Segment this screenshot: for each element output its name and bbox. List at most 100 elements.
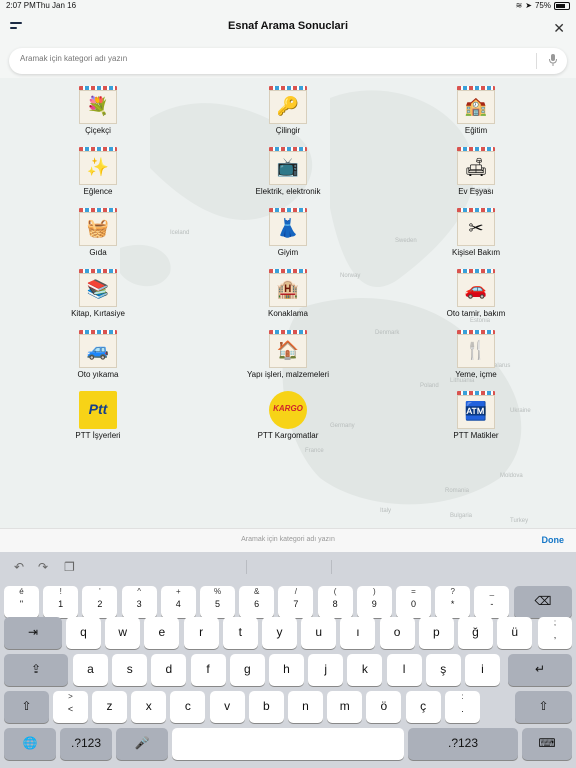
key-ı[interactable]: ı <box>340 617 376 649</box>
key-8[interactable]: (8 <box>317 586 353 618</box>
key-c[interactable]: c <box>170 691 206 723</box>
category-item[interactable]: Ptt PTT İşyerleri <box>18 391 178 440</box>
key-p[interactable]: p <box>418 617 454 649</box>
category-item[interactable]: 🚗 Oto tamir, bakım <box>396 269 556 318</box>
tab-key[interactable]: ⇥ <box>4 617 62 649</box>
done-button[interactable]: Done <box>542 535 565 545</box>
key-i[interactable]: i <box>465 654 500 686</box>
category-item[interactable]: KARGO PTT Kargomatlar <box>208 391 368 440</box>
map-label: France <box>305 448 324 454</box>
key-ü[interactable]: ü <box>497 617 533 649</box>
key-label: s <box>126 662 133 676</box>
key-n[interactable]: n <box>288 691 323 723</box>
key-label: q <box>80 625 87 639</box>
key-t[interactable]: t <box>222 617 258 649</box>
return-key[interactable]: ↵ <box>508 654 572 686</box>
search-input[interactable] <box>18 53 522 64</box>
category-label: PTT Matikler <box>453 431 499 440</box>
map-label: Turkey <box>510 518 529 524</box>
shift-key-right[interactable]: ⇧ <box>515 691 572 723</box>
space-key[interactable] <box>172 728 404 760</box>
category-item[interactable]: 💐 Çiçekçi <box>18 86 178 135</box>
caps-lock-key[interactable]: ⇪ <box>4 654 68 686</box>
category-item[interactable]: 🚙 Oto yıkama <box>18 330 178 379</box>
key-5[interactable]: % 5 <box>200 586 235 618</box>
key-j[interactable]: j <box>308 654 344 686</box>
key-ş[interactable]: ş <box>425 654 461 686</box>
numbers-key-left[interactable]: .?123 <box>60 728 112 760</box>
category-item[interactable]: 🧺 Gıda <box>18 208 178 257</box>
category-item[interactable]: 🏫 Eğitim <box>396 86 556 135</box>
key-2[interactable]: ' 2 <box>82 586 118 618</box>
microphone-icon[interactable] <box>549 54 557 66</box>
key-*[interactable]: ? * <box>435 586 471 618</box>
key-f[interactable]: f <box>190 654 226 686</box>
key-secondary: ' <box>99 587 101 596</box>
key-e[interactable]: e <box>144 617 180 649</box>
key-m[interactable]: m <box>327 691 363 723</box>
category-item[interactable]: ✨ Eğlence <box>18 147 178 196</box>
key-x[interactable]: x <box>131 691 167 723</box>
key-l[interactable]: l <box>386 654 422 686</box>
key-label: k <box>361 662 368 676</box>
category-label: Gıda <box>89 248 107 257</box>
close-icon[interactable]: ✕ <box>553 20 565 37</box>
category-label: Konaklama <box>267 309 309 318</box>
key-s[interactable]: s <box>112 654 148 686</box>
key-6[interactable]: & 6 <box>239 586 275 618</box>
key-1[interactable]: ! 1 <box>43 586 79 618</box>
key-angle-brackets[interactable]: > < <box>53 691 88 723</box>
undo-icon[interactable]: ↶ <box>14 560 24 574</box>
key-r[interactable]: r <box>183 617 219 649</box>
category-item[interactable]: ✂ Kişisel Bakım <box>396 208 556 257</box>
grocery-basket-icon: 🧺 <box>79 208 117 246</box>
key-h[interactable]: h <box>269 654 304 686</box>
dismiss-keyboard-key[interactable]: ⌨ <box>522 728 572 760</box>
key-colon[interactable]: :. <box>445 691 480 723</box>
category-item[interactable]: 📺 Elektrik, elektronik <box>208 147 368 196</box>
key-4[interactable]: +4 <box>160 586 196 618</box>
paste-icon[interactable]: ❐ <box>64 560 75 574</box>
key-q[interactable]: q <box>66 617 101 649</box>
key-7[interactable]: /7 <box>278 586 314 618</box>
key-a[interactable]: a <box>73 654 108 686</box>
key-ö[interactable]: ö <box>366 691 402 723</box>
key-primary: , <box>553 630 557 640</box>
key--[interactable]: _ - <box>474 586 510 618</box>
category-item[interactable]: 📚 Kitap, Kırtasiye <box>18 269 178 318</box>
appliances-icon: 📺 <box>269 147 307 185</box>
shift-key-left[interactable]: ⇧ <box>4 691 49 723</box>
keyboard: ↶ ↷ ❐ é "! 1 ' 2 ^ 3 +4% 5 & 6/7(8) 9 = 0? * _ - ⌫ ⇥ q w e r t y… <box>0 552 576 768</box>
category-item[interactable]: 🏧 PTT Matikler <box>396 391 556 440</box>
globe-key[interactable]: 🌐 <box>4 728 56 760</box>
category-item[interactable]: 👗 Giyim <box>208 208 368 257</box>
key-y[interactable]: y <box>262 617 297 649</box>
delete-key[interactable]: ⌫ <box>514 586 572 618</box>
key-d[interactable]: d <box>151 654 187 686</box>
key-label: a <box>87 662 94 676</box>
key-u[interactable]: u <box>301 617 337 649</box>
key-z[interactable]: z <box>92 691 127 723</box>
key-g[interactable]: g <box>229 654 265 686</box>
numbers-key-right[interactable]: .?123 <box>408 728 518 760</box>
key-9[interactable]: ) 9 <box>356 586 392 618</box>
category-item[interactable]: 🏨 Konaklama <box>208 269 368 318</box>
key-semicolon[interactable]: ;, <box>538 617 572 649</box>
key-o[interactable]: o <box>379 617 415 649</box>
key-b[interactable]: b <box>248 691 284 723</box>
key-3[interactable]: ^ 3 <box>121 586 157 618</box>
key-ç[interactable]: ç <box>405 691 441 723</box>
key-label: c <box>184 699 191 713</box>
redo-icon[interactable]: ↷ <box>38 560 48 574</box>
category-item[interactable]: 🛋 Ev Eşyası <box>396 147 556 196</box>
key-"[interactable]: é " <box>4 586 39 618</box>
category-item[interactable]: 🔑 Çilingir <box>208 86 368 135</box>
key-w[interactable]: w <box>105 617 141 649</box>
key-0[interactable]: = 0 <box>396 586 431 618</box>
key-k[interactable]: k <box>347 654 383 686</box>
key-ğ[interactable]: ğ <box>458 617 493 649</box>
key-v[interactable]: v <box>209 691 245 723</box>
category-item[interactable]: 🍴 Yeme, içme <box>396 330 556 379</box>
category-item[interactable]: 🏠 Yapı işleri, malzemeleri <box>208 330 368 379</box>
dictation-key[interactable]: 🎤 <box>116 728 168 760</box>
